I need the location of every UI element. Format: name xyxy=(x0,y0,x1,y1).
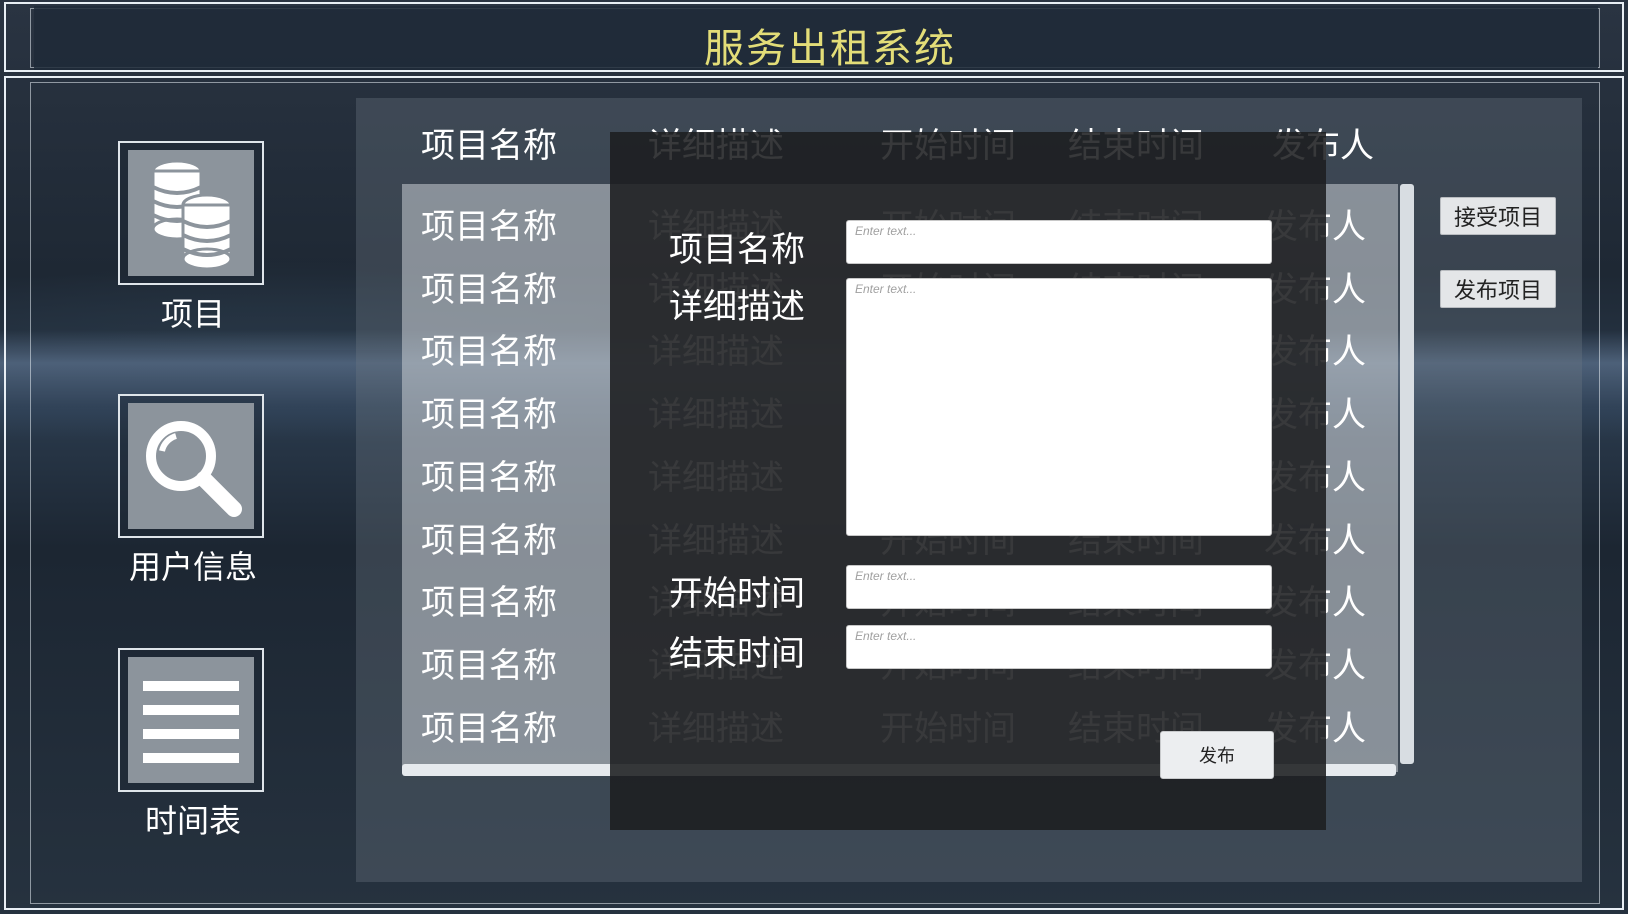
dialog-name-label: 项目名称 xyxy=(669,230,805,270)
nav-icon-box[interactable] xyxy=(118,648,264,792)
search-icon xyxy=(146,421,242,517)
project-description-input[interactable]: Enter text... xyxy=(846,278,1272,536)
nav-icon-box[interactable] xyxy=(118,394,264,538)
sidebar-item-schedule[interactable]: 时间表 xyxy=(118,648,268,842)
row-cell-name[interactable]: 项目名称 xyxy=(421,199,557,248)
title-bar: 服务出租系统 xyxy=(34,6,1598,72)
sidebar-item-project[interactable]: 项目 xyxy=(118,141,268,335)
dialog-end-label: 结束时间 xyxy=(669,634,805,674)
row-cell-name[interactable]: 项目名称 xyxy=(421,324,557,373)
start-time-input[interactable]: Enter text... xyxy=(846,565,1272,609)
submit-publish-button[interactable]: 发布 xyxy=(1160,731,1274,779)
row-cell-name[interactable]: 项目名称 xyxy=(421,513,557,562)
list-icon xyxy=(143,681,239,763)
row-cell-name[interactable]: 项目名称 xyxy=(421,450,557,499)
sidebar-item-label: 用户信息 xyxy=(128,548,257,586)
row-cell-name[interactable]: 项目名称 xyxy=(421,575,557,624)
nav-icon-box[interactable] xyxy=(118,141,264,285)
row-cell-name[interactable]: 项目名称 xyxy=(421,701,557,750)
sidebar-item-label: 时间表 xyxy=(144,802,241,840)
sidebar-item-user-info[interactable]: 用户信息 xyxy=(118,394,268,588)
row-cell-name[interactable]: 项目名称 xyxy=(421,262,557,311)
dialog-start-label: 开始时间 xyxy=(669,574,805,614)
row-cell-name[interactable]: 项目名称 xyxy=(421,387,557,436)
app-title: 服务出租系统 xyxy=(704,26,956,72)
project-name-input[interactable]: Enter text... xyxy=(846,220,1272,264)
row-cell-name[interactable]: 项目名称 xyxy=(421,638,557,687)
vertical-scrollbar[interactable] xyxy=(1400,184,1414,764)
column-header-name: 项目名称 xyxy=(421,126,557,166)
publish-project-button[interactable]: 发布项目 xyxy=(1440,270,1556,308)
sidebar-item-label: 项目 xyxy=(160,295,225,333)
accept-project-button[interactable]: 接受项目 xyxy=(1440,197,1556,235)
coins-stack-icon xyxy=(151,159,233,271)
end-time-input[interactable]: Enter text... xyxy=(846,625,1272,669)
dialog-description-label: 详细描述 xyxy=(669,287,805,327)
